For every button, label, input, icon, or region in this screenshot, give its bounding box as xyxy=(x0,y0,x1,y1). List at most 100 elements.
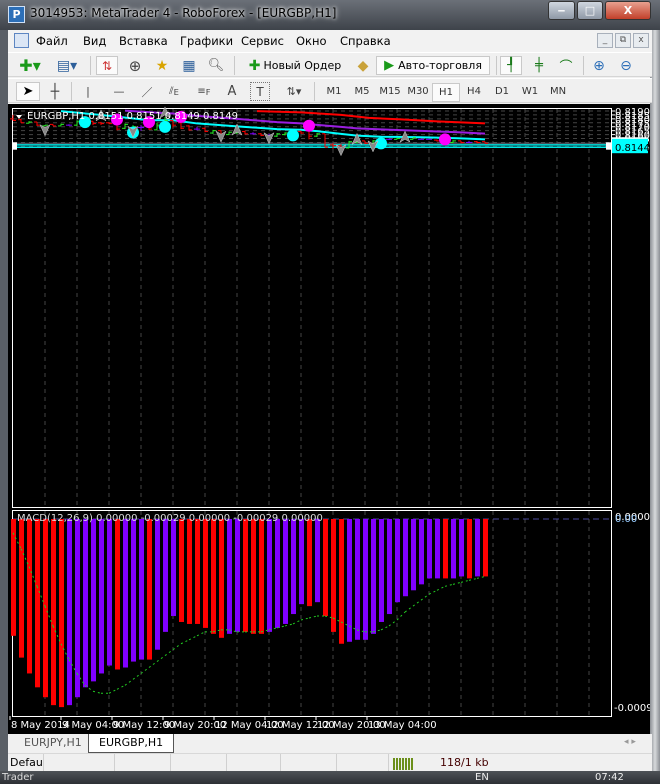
macd-signal-segment xyxy=(132,673,142,680)
macd-histogram-bar xyxy=(291,519,296,615)
arrows-dropdown-icon[interactable]: ⇅▾ xyxy=(280,82,308,101)
macd-signal-segment xyxy=(180,639,190,645)
macd-histogram-bar xyxy=(275,519,280,628)
navigator-crosshair-icon[interactable]: ⊕ xyxy=(124,56,146,75)
horizontal-line-icon[interactable]: — xyxy=(108,82,130,101)
macd-histogram-bar xyxy=(363,519,368,640)
macd-histogram-bar xyxy=(283,519,288,624)
minimize-button[interactable]: ‒ xyxy=(548,1,575,20)
macd-histogram-bar xyxy=(403,519,408,597)
chart-window-icon xyxy=(14,33,29,48)
favorites-icon[interactable]: ★ xyxy=(151,56,173,75)
menu-insert[interactable]: Вставка xyxy=(119,34,168,48)
autotrading-label: Авто-торговля xyxy=(398,59,482,72)
close-button[interactable]: X xyxy=(605,1,651,20)
macd-histogram-bar xyxy=(427,519,432,579)
text-label-tool[interactable]: T xyxy=(250,82,270,101)
macd-histogram-bar xyxy=(59,519,64,708)
timeframe-m15[interactable]: M15 xyxy=(376,83,404,102)
drawing-toolbar: ➤ ┼ | — ／ ⫽ E ≡ F A T ⇅▾ M1 M5 M15 M30 H1 H4 D1 W… xyxy=(8,78,652,103)
tab-eurjpy-h1[interactable]: EURJPY,H1 xyxy=(14,734,92,753)
macd-signal-segment xyxy=(468,577,478,581)
macd-signal-segment xyxy=(460,579,470,583)
mdi-close-button[interactable]: x xyxy=(633,33,649,48)
cursor-icon[interactable]: ➤ xyxy=(16,82,40,101)
timeframe-h4[interactable]: H4 xyxy=(460,83,488,102)
text-tool[interactable]: A xyxy=(222,82,242,101)
trendline-icon[interactable]: ／ xyxy=(136,82,158,101)
timeframe-m30[interactable]: M30 xyxy=(404,83,432,102)
zoom-out-icon[interactable]: ⊖ xyxy=(615,56,637,75)
macd-histogram-bar xyxy=(259,519,264,634)
autotrading-button[interactable]: ▶ Авто-торговля xyxy=(376,56,490,75)
menu-file[interactable]: Файл xyxy=(36,34,68,48)
macd-signal-segment xyxy=(172,643,182,651)
window-border xyxy=(650,30,660,771)
metaeditor-icon[interactable]: ◆ xyxy=(352,56,374,75)
macd-histogram-bar xyxy=(467,519,472,579)
strategy-tester-icon[interactable]: 🔍︎ xyxy=(205,56,227,75)
macd-signal-segment xyxy=(404,605,414,613)
timeframe-h1[interactable]: H1 xyxy=(432,83,460,102)
mdi-minimize-button[interactable]: _ xyxy=(597,33,613,48)
macd-signal-segment xyxy=(84,684,94,692)
status-bar: Defau 118/1 kb xyxy=(8,753,652,772)
mdi-restore-button[interactable]: ⧉ xyxy=(615,33,631,48)
macd-signal-segment xyxy=(292,619,302,625)
macd-signal-segment xyxy=(92,690,102,694)
new-order-button[interactable]: ✚ Новый Ордер xyxy=(240,56,350,75)
chart-canvas[interactable]: 0.81900.81850.81800.81750.81700.81650.81… xyxy=(8,104,650,734)
macd-signal-segment xyxy=(420,593,430,601)
bar-chart-icon[interactable]: ┦ xyxy=(500,56,522,75)
macd-signal-segment xyxy=(428,589,438,595)
line-chart-icon[interactable]: ⌒ xyxy=(555,56,577,75)
zoom-in-icon[interactable]: ⊕ xyxy=(588,56,610,75)
macd-legend: MACD(12,26,9) 0.00000 -0.00029 0.00000 -… xyxy=(17,513,323,524)
fibonacci-icon[interactable]: ≡ F xyxy=(193,82,215,101)
macd-histogram-bar xyxy=(419,519,424,585)
timeframe-w1[interactable]: W1 xyxy=(516,83,544,102)
timeframe-d1[interactable]: D1 xyxy=(488,83,516,102)
menu-tools[interactable]: Сервис xyxy=(241,34,284,48)
macd-histogram-bar xyxy=(395,519,400,603)
macd-signal-segment xyxy=(284,623,294,627)
menu-charts[interactable]: Графики xyxy=(180,34,233,48)
new-chart-icon[interactable]: ✚▾ xyxy=(16,56,44,75)
taskbar-app[interactable]: Trader xyxy=(2,772,34,783)
vertical-line-icon[interactable]: | xyxy=(78,82,98,101)
macd-histogram-bar xyxy=(35,519,40,688)
macd-histogram-bar xyxy=(67,519,72,706)
timeframe-mn[interactable]: MN xyxy=(544,83,572,102)
tab-scroll-arrows-icon[interactable]: ◂ ▸ xyxy=(624,737,636,747)
profile-name: Defau xyxy=(10,756,43,769)
maximize-button[interactable]: □ xyxy=(577,1,603,20)
timeframe-m1[interactable]: M1 xyxy=(320,83,348,102)
profiles-icon[interactable]: ▤▾ xyxy=(52,56,82,75)
macd-histogram-bar xyxy=(11,519,16,636)
macd-signal-segment xyxy=(380,625,390,631)
macd-histogram-bar xyxy=(355,519,360,640)
level-handle xyxy=(12,144,17,150)
macd-signal-segment xyxy=(396,611,406,621)
macd-histogram-bar xyxy=(107,519,112,666)
candlestick-icon[interactable]: ╪ xyxy=(528,56,550,75)
equidistant-channel-icon[interactable]: ⫽ E xyxy=(163,82,185,101)
menu-help[interactable]: Справка xyxy=(340,34,391,48)
macd-histogram-bar xyxy=(179,519,184,622)
macd-histogram-bar xyxy=(203,519,208,628)
chart-window[interactable]: 0.8190 0.8185 0.8180 0.8175 0.8170 0.8165 0.81… xyxy=(8,104,650,734)
macd-histogram-bar xyxy=(147,519,152,660)
language-indicator[interactable]: EN xyxy=(475,772,489,783)
menu-bar: Файл Вид Вставка Графики Сервис Окно Спр… xyxy=(8,30,652,52)
timeframe-m5[interactable]: M5 xyxy=(348,83,376,102)
market-watch-icon[interactable]: ⇅ xyxy=(96,56,118,75)
menu-view[interactable]: Вид xyxy=(83,34,106,48)
menu-window[interactable]: Окно xyxy=(296,34,327,48)
macd-histogram-bar xyxy=(195,519,200,624)
macd-signal-segment xyxy=(188,635,198,641)
tab-eurgbp-h1[interactable]: EURGBP,H1 xyxy=(88,734,175,753)
cyan-signal-dot xyxy=(287,129,299,142)
macd-histogram-bar xyxy=(75,519,80,698)
crosshair-icon[interactable]: ┼ xyxy=(44,82,66,101)
terminal-icon[interactable]: ▦ xyxy=(178,56,200,75)
